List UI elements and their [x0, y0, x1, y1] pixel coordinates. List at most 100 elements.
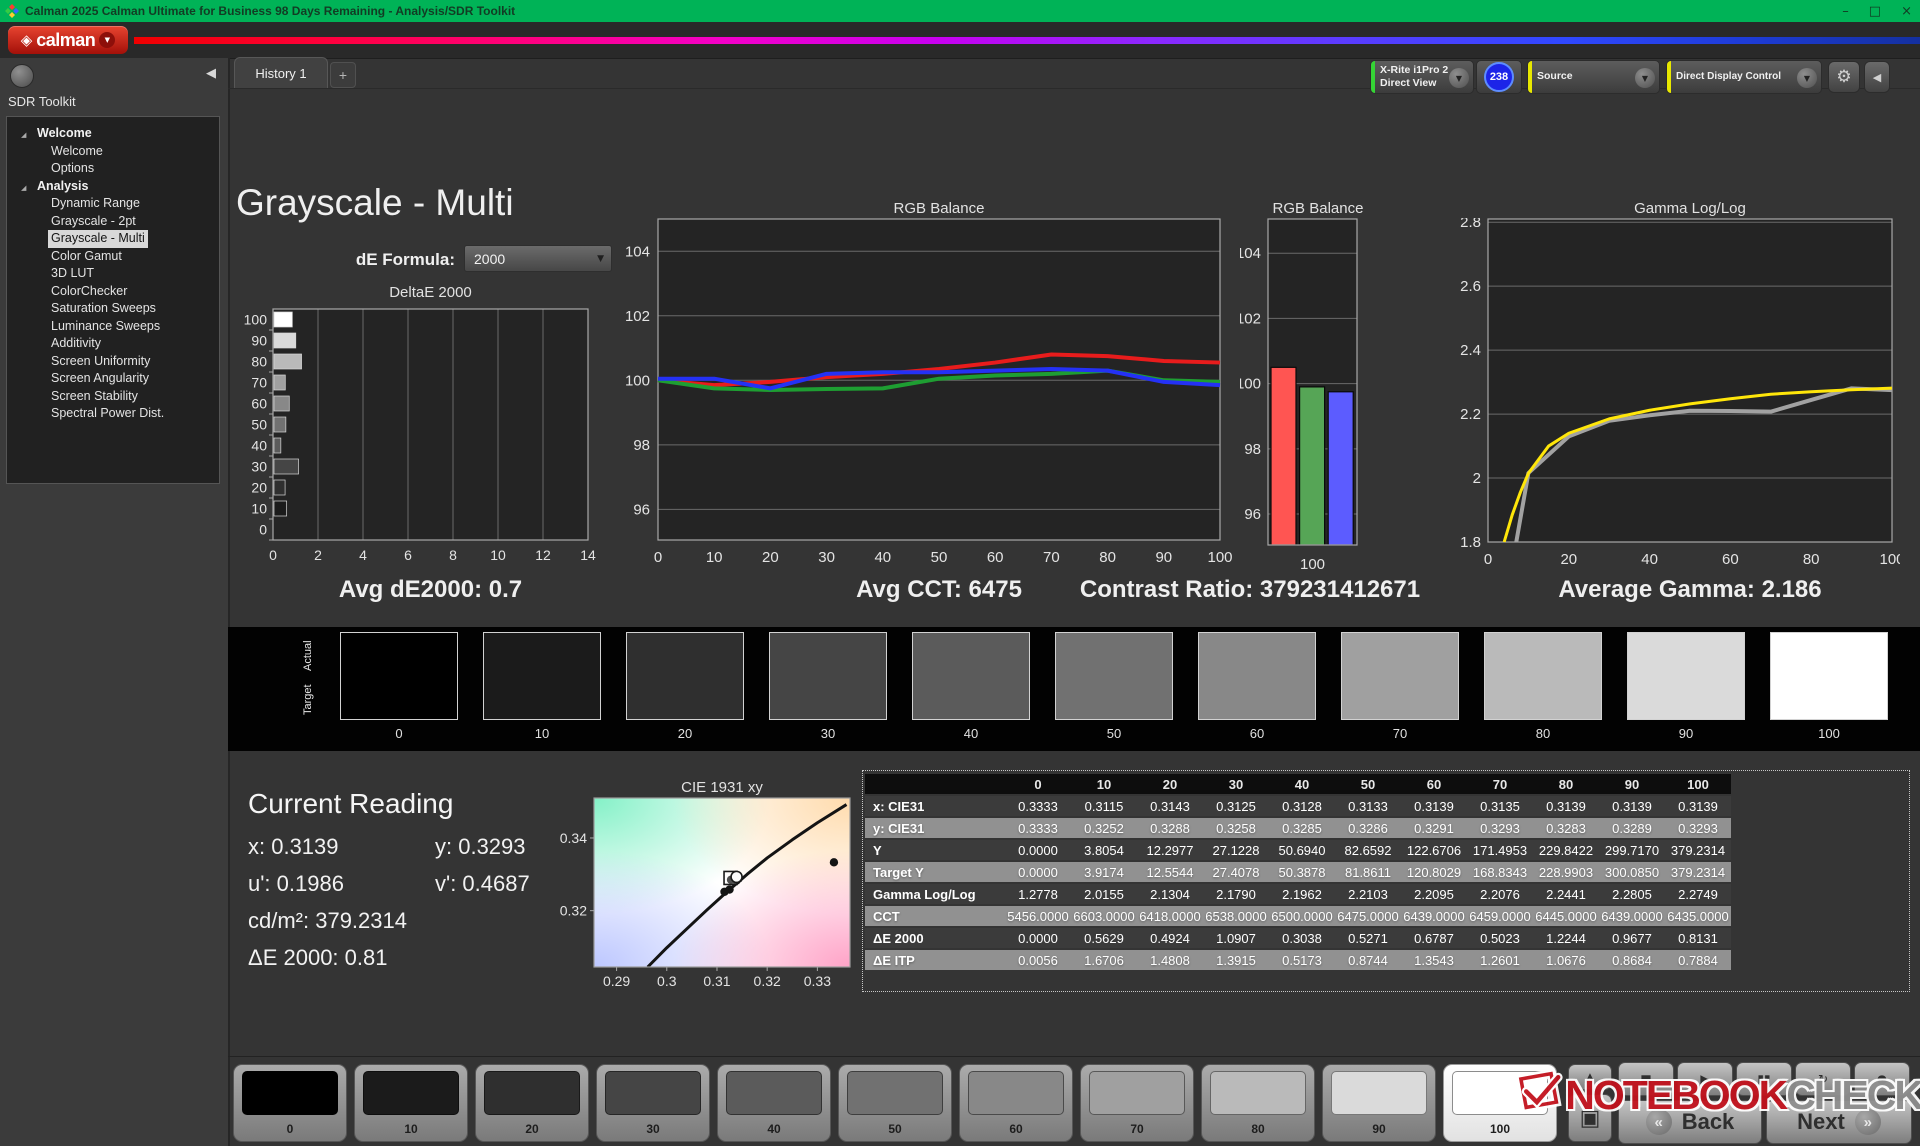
svg-text:100: 100 — [1300, 556, 1325, 573]
sidebar-item-options[interactable]: Options — [7, 160, 219, 178]
svg-text:20: 20 — [251, 480, 267, 496]
table-cell: 1.2778 — [1005, 884, 1071, 904]
table-row: ΔE ITP0.00561.67061.48081.39150.51730.87… — [865, 950, 1731, 970]
sidebar-item-additivity[interactable]: Additivity — [7, 335, 219, 353]
pause-button[interactable]: ▮▮ — [1736, 1062, 1792, 1096]
gray-level-tile-20[interactable]: 20 — [475, 1064, 589, 1142]
reading-y: y: 0.3293 — [435, 834, 526, 860]
de-formula-label: dE Formula: — [280, 250, 455, 270]
collapse-panel-button[interactable]: ◀ — [1864, 61, 1890, 93]
minimize-icon[interactable]: – — [1842, 4, 1849, 19]
sidebar-item-colorchecker[interactable]: ColorChecker — [7, 283, 219, 301]
svg-text:102: 102 — [625, 308, 650, 325]
gray-level-tile-60[interactable]: 60 — [959, 1064, 1073, 1142]
sidebar-item-screen-uniformity[interactable]: Screen Uniformity — [7, 353, 219, 371]
column-header-80: 80 — [1533, 774, 1599, 794]
svg-text:60: 60 — [251, 396, 267, 412]
table-cell: 50.6940 — [1269, 840, 1335, 860]
table-cell: 168.8343 — [1467, 862, 1533, 882]
loop-button[interactable]: ↻ — [1795, 1062, 1851, 1096]
meter-dropdown[interactable]: X-Rite i1Pro 2 Direct View ▼ — [1370, 60, 1474, 94]
table-cell: 1.4808 — [1137, 950, 1203, 970]
sidebar-collapse-icon[interactable]: ◀ — [206, 66, 216, 81]
stop-panel-button[interactable]: ▣ — [1568, 1094, 1612, 1142]
svg-text:70: 70 — [1043, 549, 1060, 566]
svg-text:0.32: 0.32 — [754, 973, 781, 989]
gray-level-tile-80[interactable]: 80 — [1201, 1064, 1315, 1142]
tree-group-welcome[interactable]: ◢Welcome — [7, 125, 219, 143]
tile-swatch — [1452, 1071, 1548, 1115]
tab-history-1[interactable]: History 1 — [234, 57, 328, 89]
stop-button[interactable]: ■ — [1618, 1062, 1674, 1096]
grayscale-patch-strip: Actual Target 0102030405060708090100 — [228, 627, 1920, 751]
measurement-table[interactable]: 0102030405060708090100x: CIE310.33330.31… — [862, 770, 1910, 992]
record-button[interactable]: ● — [1854, 1062, 1910, 1096]
settings-button[interactable]: ⚙ — [1828, 61, 1860, 93]
sidebar-item-grayscale-2pt[interactable]: Grayscale - 2pt — [7, 213, 219, 231]
sidebar-item-welcome[interactable]: Welcome — [7, 143, 219, 161]
gray-level-tile-50[interactable]: 50 — [838, 1064, 952, 1142]
reading-luminance: cd/m²: 379.2314 — [248, 908, 598, 934]
tile-swatch — [1210, 1071, 1306, 1115]
gear-icon: ⚙ — [1836, 67, 1851, 87]
gray-level-tile-70[interactable]: 70 — [1080, 1064, 1194, 1142]
table-cell: 6538.0000 — [1203, 906, 1269, 926]
sidebar-item-saturation-sweeps[interactable]: Saturation Sweeps — [7, 300, 219, 318]
sidebar-item-screen-stability[interactable]: Screen Stability — [7, 388, 219, 406]
sidebar-item-grayscale-multi[interactable]: Grayscale - Multi — [7, 230, 219, 248]
table-cell: 6475.0000 — [1335, 906, 1401, 926]
add-tab-button[interactable]: + — [330, 62, 356, 88]
record-icon: ● — [1877, 1072, 1887, 1086]
table-cell: 6435.0000 — [1665, 906, 1731, 926]
sidebar-menu-button[interactable] — [10, 64, 34, 88]
back-button[interactable]: « Back — [1618, 1100, 1762, 1144]
sidebar-item-screen-angularity[interactable]: Screen Angularity — [7, 370, 219, 388]
play-button[interactable]: ▶ — [1677, 1062, 1733, 1096]
sidebar-item-3d-lut[interactable]: 3D LUT — [7, 265, 219, 283]
display-control-dropdown[interactable]: Direct Display Control ▼ — [1666, 60, 1822, 94]
patch-label-60: 60 — [1198, 726, 1316, 741]
table-cell: 2.2076 — [1467, 884, 1533, 904]
sidebar-item-color-gamut[interactable]: Color Gamut — [7, 248, 219, 266]
de-formula-select[interactable]: 2000 ▼ — [464, 245, 612, 272]
patch-label-0: 0 — [340, 726, 458, 741]
source-dropdown[interactable]: Source ▼ — [1527, 60, 1660, 94]
gray-level-tile-40[interactable]: 40 — [717, 1064, 831, 1142]
svg-text:50: 50 — [251, 417, 267, 433]
gray-level-tile-90[interactable]: 90 — [1322, 1064, 1436, 1142]
tile-label: 100 — [1444, 1122, 1556, 1136]
patch-10 — [483, 632, 601, 720]
sidebar-item-spectral-power-dist-[interactable]: Spectral Power Dist. — [7, 405, 219, 423]
patch-label-10: 10 — [483, 726, 601, 741]
patch-90 — [1627, 632, 1745, 720]
patch-30 — [769, 632, 887, 720]
table-cell: 0.3333 — [1005, 796, 1071, 816]
gray-level-tile-10[interactable]: 10 — [354, 1064, 468, 1142]
sidebar-item-luminance-sweeps[interactable]: Luminance Sweeps — [7, 318, 219, 336]
gray-level-tile-0[interactable]: 0 — [233, 1064, 347, 1142]
svg-text:102: 102 — [1240, 310, 1261, 327]
tile-swatch — [968, 1071, 1064, 1115]
source-status-bar — [1528, 61, 1532, 93]
panel-up-button[interactable]: ▲ — [1568, 1064, 1612, 1090]
gray-level-tile-30[interactable]: 30 — [596, 1064, 710, 1142]
svg-text:100: 100 — [1207, 549, 1232, 566]
table-cell: 5456.0000 — [1005, 906, 1071, 926]
restore-icon[interactable]: □ — [1869, 4, 1881, 19]
reading-v: v': 0.4687 — [435, 871, 530, 897]
table-cell: 6439.0000 — [1599, 906, 1665, 926]
table-cell: 0.5629 — [1071, 928, 1137, 948]
close-icon[interactable]: × — [1901, 4, 1912, 19]
gray-level-tile-100[interactable]: 100 — [1443, 1064, 1557, 1142]
svg-text:40: 40 — [1641, 551, 1658, 568]
table-row: Y0.00003.805412.297727.122850.694082.659… — [865, 840, 1731, 860]
next-button[interactable]: Next » — [1766, 1100, 1912, 1144]
tree-group-analysis[interactable]: ◢Analysis — [7, 178, 219, 196]
tile-label: 20 — [476, 1122, 588, 1136]
sidebar-item-dynamic-range[interactable]: Dynamic Range — [7, 195, 219, 213]
column-header-40: 40 — [1269, 774, 1335, 794]
meter-badge-segment[interactable]: 238 — [1476, 60, 1522, 94]
svg-text:2: 2 — [1473, 470, 1481, 487]
table-cell: 0.7884 — [1665, 950, 1731, 970]
calman-menu-button[interactable]: ◈ calman ▼ — [8, 26, 128, 54]
